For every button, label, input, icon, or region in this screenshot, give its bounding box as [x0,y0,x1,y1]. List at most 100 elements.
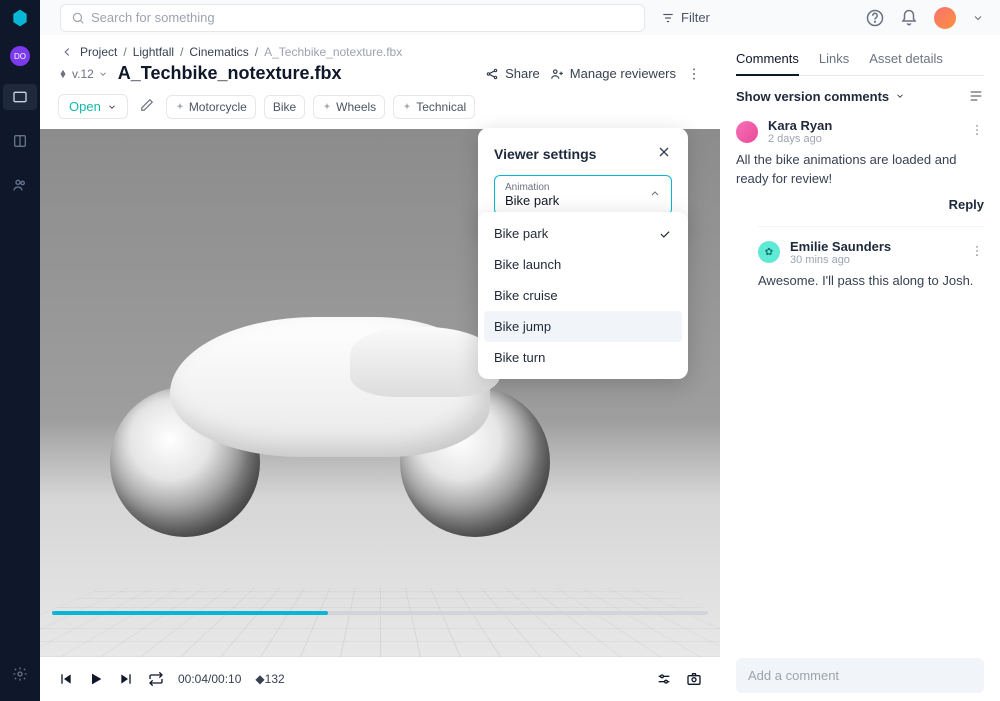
bell-icon [900,9,918,27]
tag-chip[interactable]: Motorcycle [166,95,256,119]
app-logo[interactable] [10,8,30,28]
list-icon [968,88,984,104]
skip-forward-button[interactable] [118,671,134,687]
comment-time: 2 days ago [768,133,832,145]
animation-select[interactable]: Animation Bike park [494,175,672,215]
animation-dropdown: Bike parkBike launchBike cruiseBike jump… [478,212,688,379]
status-selector[interactable]: Open [58,94,128,119]
version-selector[interactable]: v.12 [58,67,108,81]
tab-links[interactable]: Links [819,43,849,75]
floor-grid [40,588,720,657]
nav-team[interactable] [3,172,37,198]
share-icon [485,67,499,81]
tab-asset-details[interactable]: Asset details [869,43,943,75]
sparkle-icon [175,102,185,112]
notifications-button[interactable] [900,9,918,27]
chevron-down-icon [107,102,117,112]
animation-option[interactable]: Bike turn [484,342,682,373]
timeline-scrubber[interactable] [52,611,708,615]
user-menu-caret[interactable] [972,12,984,24]
folder-icon [12,89,28,105]
sparkle-icon [402,102,412,112]
animation-option[interactable]: Bike launch [484,249,682,280]
skip-back-button[interactable] [58,671,74,687]
reply-button[interactable]: Reply [736,197,984,212]
left-nav-rail: DO [0,0,40,701]
close-panel-button[interactable] [656,144,672,163]
breadcrumb-current: A_Techbike_notexture.fbx [264,45,402,59]
timecode: 00:04/00:10 [178,672,241,686]
nav-settings[interactable] [3,661,37,687]
chevron-down-icon [98,69,108,79]
loop-icon [148,671,164,687]
edit-tags-button[interactable] [136,98,158,115]
help-icon [866,9,884,27]
camera-icon [686,671,702,687]
comment-body: Awesome. I'll pass this along to Josh. [758,272,984,291]
asset-title: A_Techbike_notexture.fbx [118,63,342,84]
chevron-down-icon [895,91,905,101]
comment-item: ✿ Emilie Saunders 30 mins ago Awesome. I… [758,226,984,291]
search-placeholder: Search for something [91,10,215,25]
grid-icon [12,133,28,149]
collapse-comments-button[interactable] [968,88,984,104]
workspace-avatar[interactable]: DO [10,46,30,66]
search-icon [71,11,85,25]
tag-chip[interactable]: Technical [393,95,475,119]
comment-author: Emilie Saunders [790,239,891,254]
comment-time: 30 mins ago [790,254,891,266]
animation-option[interactable]: Bike jump [484,311,682,342]
share-button[interactable]: Share [485,66,540,81]
right-sidebar: Comments Links Asset details Show versio… [720,35,1000,701]
breadcrumb-item[interactable]: Lightfall [133,45,174,59]
version-comments-toggle[interactable]: Show version comments [736,89,905,104]
tab-comments[interactable]: Comments [736,43,799,76]
comment-avatar [736,121,758,143]
more-actions-button[interactable] [686,66,702,82]
snapshot-button[interactable] [686,671,702,687]
skip-back-icon [58,671,74,687]
filter-button[interactable]: Filter [661,10,710,25]
panel-title: Viewer settings [494,146,596,162]
breadcrumb-item[interactable]: Cinematics [189,45,248,59]
comment-body: All the bike animations are loaded and r… [736,151,984,189]
more-vertical-icon [686,66,702,82]
comment-avatar: ✿ [758,241,780,263]
diamond-icon [58,69,68,79]
nav-boards[interactable] [3,128,37,154]
more-vertical-icon [970,244,984,258]
user-avatar[interactable] [934,7,956,29]
breadcrumb-item[interactable]: Project [80,45,117,59]
loop-button[interactable] [148,671,164,687]
tag-chip[interactable]: Wheels [313,95,385,119]
comment-item: Kara Ryan 2 days ago All the bike animat… [736,118,984,291]
sliders-icon [656,671,672,687]
chevron-up-icon [649,188,661,200]
nav-assets[interactable] [3,84,37,110]
help-button[interactable] [866,9,884,27]
back-button[interactable] [60,45,74,59]
comment-more-button[interactable] [970,244,984,261]
check-icon [658,227,672,241]
arrow-left-icon [60,45,74,59]
search-input[interactable]: Search for something [60,4,645,32]
timeline-progress [52,611,328,615]
animation-option[interactable]: Bike park [484,218,682,249]
users-icon [12,177,28,193]
filter-icon [661,11,675,25]
close-icon [656,144,672,160]
comment-more-button[interactable] [970,123,984,140]
viewer-settings-button[interactable] [656,671,672,687]
chevron-down-icon [972,12,984,24]
manage-reviewers-button[interactable]: Manage reviewers [550,66,676,81]
tag-chip[interactable]: Bike [264,95,305,119]
gear-icon [12,666,28,682]
play-button[interactable] [88,671,104,687]
reviewers-icon [550,67,564,81]
pencil-icon [140,98,154,112]
more-vertical-icon [970,123,984,137]
comment-author: Kara Ryan [768,118,832,133]
animation-option[interactable]: Bike cruise [484,280,682,311]
breadcrumb: Project / Lightfall / Cinematics / A_Tec… [40,35,720,63]
comment-input[interactable]: Add a comment [736,658,984,693]
